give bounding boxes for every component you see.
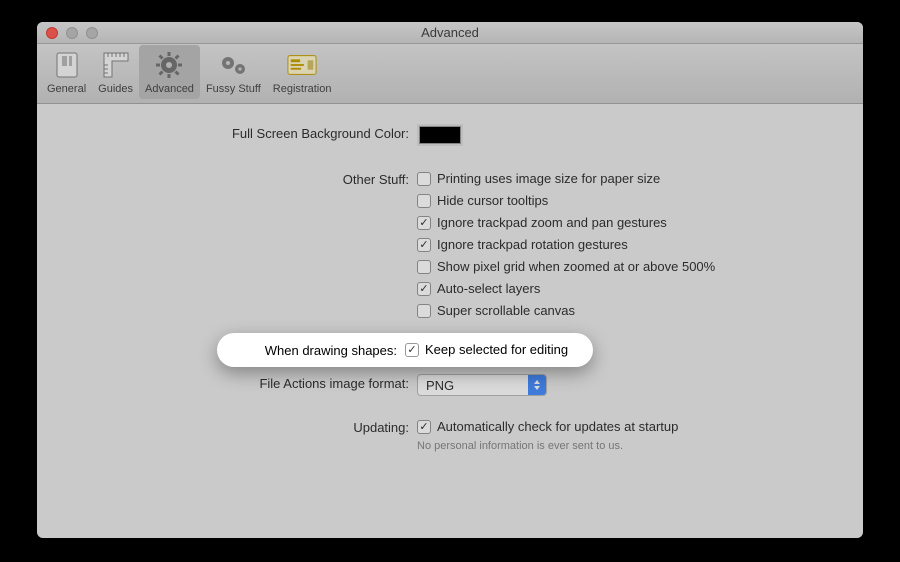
preferences-window: Advanced General Guides Advanced Fussy [37, 22, 863, 538]
checkbox-keep-selected-editing[interactable] [405, 343, 419, 357]
dim-overlay [37, 22, 863, 538]
label-drawing-shapes: When drawing shapes: [235, 343, 405, 358]
checkbox-label: Keep selected for editing [425, 341, 568, 359]
highlight-drawing-shapes: When drawing shapes: Keep selected for e… [217, 333, 593, 367]
